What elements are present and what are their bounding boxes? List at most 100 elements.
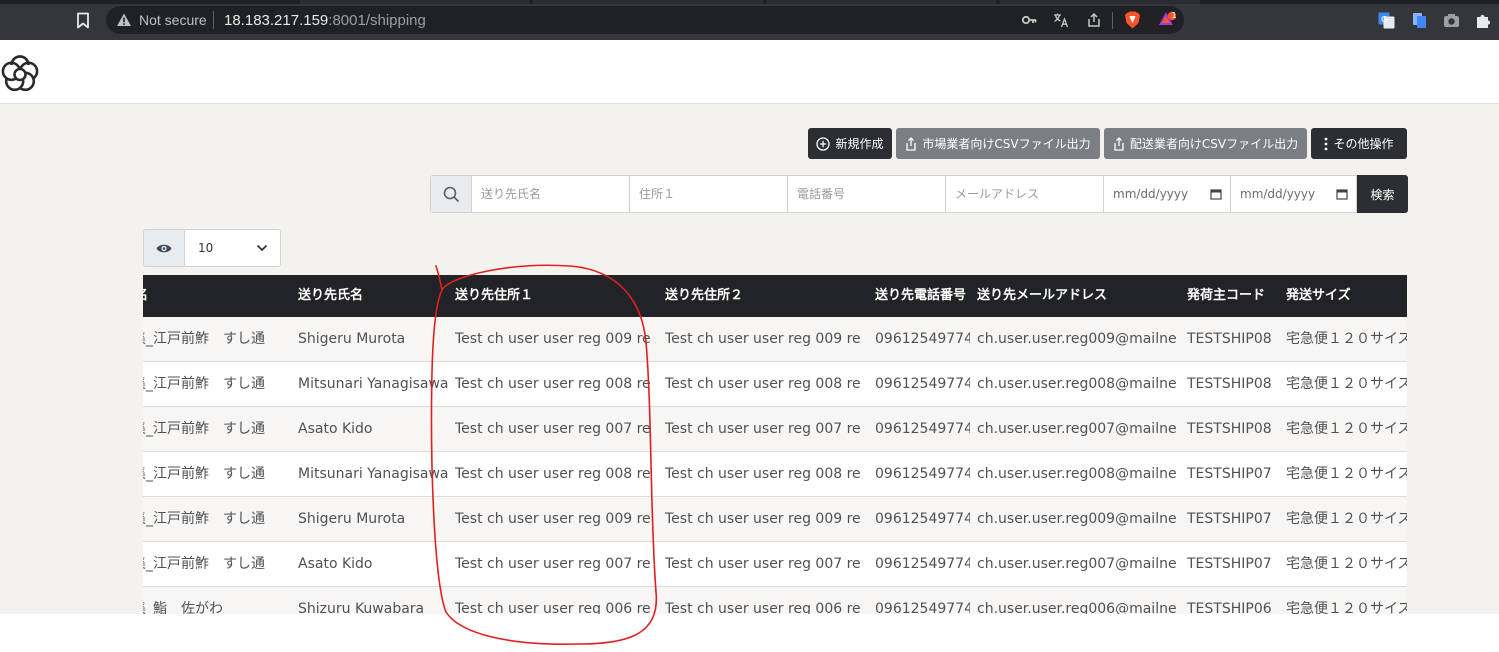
table-cell: Test ch user user reg 009 re… <box>455 511 650 527</box>
table-cell: 宅急便１２０サイズ <box>1286 601 1407 614</box>
column-header[interactable]: 送り先住所２ <box>665 275 743 317</box>
page-size-selector[interactable]: 10 <box>143 229 281 267</box>
table-cell: Mitsunari Yanagisawa <box>298 466 448 482</box>
url-divider <box>213 11 214 29</box>
flower-logo-icon[interactable] <box>0 54 40 94</box>
column-header[interactable]: 送り先メールアドレス <box>977 275 1107 317</box>
table-cell: ch.user.user.reg006@mailne… <box>977 601 1177 614</box>
date-from-input[interactable]: mm/dd/yyyy <box>1104 176 1231 212</box>
key-icon[interactable] <box>1021 12 1037 28</box>
bookmark-icon[interactable] <box>76 12 90 29</box>
shipping-table: 名 送り先氏名 送り先住所１ 送り先住所２ 送り先電話番号 送り先メールアドレス… <box>143 275 1407 614</box>
table-cell: TESTSHIP07 <box>1187 511 1272 527</box>
table-cell: Test ch user user reg 007 re… <box>665 556 860 572</box>
export-icon <box>906 136 917 151</box>
browser-tab[interactable] <box>533 0 763 4</box>
translate-icon[interactable] <box>1053 12 1069 28</box>
brave-shield-icon[interactable] <box>1124 11 1141 29</box>
kebab-menu-icon <box>1325 137 1328 150</box>
table-cell: Test ch user user reg 009 re… <box>455 331 650 347</box>
table-row[interactable]: 募集_江戸前鮓 すし通 Shigeru Murota Test ch user us… <box>143 317 1407 362</box>
new-button-label: 新規作成 <box>835 137 884 151</box>
table-row[interactable]: 募集_鮨 佐がわ Shizuru Kuwabara Test ch user use… <box>143 587 1407 614</box>
table-cell: 09612549774 <box>875 376 970 392</box>
share-icon[interactable] <box>1086 12 1102 28</box>
table-cell: 募集_江戸前鮓 すし通 <box>143 376 265 392</box>
browser-tab[interactable] <box>766 0 996 4</box>
browser-tab[interactable] <box>1000 0 1200 4</box>
table-cell: 09612549774 <box>875 511 970 527</box>
calendar-icon[interactable] <box>1336 188 1348 200</box>
table-row[interactable]: 募集_江戸前鮓 すし通 Mitsunari Yanagisawa Test ch u… <box>143 452 1407 497</box>
puzzle-icon[interactable] <box>1475 12 1492 29</box>
table-header: 名 送り先氏名 送り先住所１ 送り先住所２ 送り先電話番号 送り先メールアドレス… <box>143 275 1407 317</box>
table-cell: 宅急便１２０サイズ <box>1286 421 1407 437</box>
table-cell: ch.user.user.reg007@mailne… <box>977 421 1177 437</box>
export-icon <box>1114 136 1124 151</box>
tab-strip <box>0 0 1499 4</box>
table-cell: Mitsunari Yanagisawa <box>298 376 448 392</box>
column-header[interactable]: 名 <box>143 275 148 317</box>
table-cell: 宅急便１２０サイズ <box>1286 376 1407 392</box>
phone-input[interactable]: 電話番号 <box>788 176 946 212</box>
column-header[interactable]: 送り先住所１ <box>455 275 533 317</box>
url-text[interactable]: 18.183.217.159:8001/shipping <box>224 12 426 29</box>
column-header[interactable]: 発荷主コード <box>1187 275 1265 317</box>
svg-text:G: G <box>1381 15 1387 24</box>
market-csv-export-label: 市場業者向けCSVファイル出力 <box>922 137 1091 151</box>
eye-icon <box>156 244 172 252</box>
column-header[interactable]: 送り先氏名 <box>298 275 363 317</box>
table-cell: Test ch user user reg 008 re… <box>665 466 860 482</box>
camera-ext-icon[interactable] <box>1443 12 1460 29</box>
warning-icon[interactable] <box>116 12 132 28</box>
toolbar-divider <box>1112 12 1113 29</box>
other-operations-label: その他操作 <box>1333 137 1394 151</box>
column-header[interactable]: 発送サイズ <box>1286 275 1351 317</box>
recipient-name-input[interactable]: 送り先氏名 <box>472 176 630 212</box>
search-button[interactable]: 検索 <box>1357 175 1408 213</box>
table-row[interactable]: 募集_江戸前鮓 すし通 Asato Kido Test ch user user r… <box>143 542 1407 587</box>
table-cell: 宅急便１２０サイズ <box>1286 331 1407 347</box>
page-size-value: 10 <box>198 241 214 255</box>
table-cell: Test ch user user reg 007 re… <box>665 421 860 437</box>
table-cell: 09612549774 <box>875 421 970 437</box>
url-path: :8001/shipping <box>328 12 426 29</box>
column-header[interactable]: 送り先電話番号 <box>875 275 966 317</box>
table-row[interactable]: 募集_江戸前鮓 すし通 Shigeru Murota Test ch user us… <box>143 497 1407 542</box>
table-cell: Shigeru Murota <box>298 331 406 347</box>
table-cell: ch.user.user.reg008@mailne… <box>977 466 1177 482</box>
table-cell: TESTSHIP08 <box>1187 331 1272 347</box>
table-cell: Test ch user user reg 006 re… <box>665 601 860 614</box>
date-to-input[interactable]: mm/dd/yyyy <box>1231 176 1357 212</box>
date-from-placeholder: mm/dd/yyyy <box>1113 187 1189 201</box>
browser-tab[interactable] <box>300 0 530 4</box>
table-cell: 宅急便１２０サイズ <box>1286 466 1407 482</box>
table-cell: ch.user.user.reg009@mailne… <box>977 331 1177 347</box>
other-operations-button[interactable]: その他操作 <box>1311 128 1407 159</box>
url-host: 18.183.217.159 <box>224 12 329 29</box>
browser-toolbar: Not secure 18.183.217.159:8001/shipping … <box>0 0 1499 40</box>
table-cell: 募集_江戸前鮓 すし通 <box>143 466 265 482</box>
google-translate-ext-icon[interactable]: G <box>1378 12 1395 29</box>
table-cell: Asato Kido <box>298 421 373 437</box>
search-bar: 送り先氏名 住所１ 電話番号 メールアドレス mm/dd/yyyy mm/dd/… <box>430 175 1408 213</box>
table-row[interactable]: 募集_江戸前鮓 すし通 Asato Kido Test ch user user r… <box>143 407 1407 452</box>
calendar-icon[interactable] <box>1210 188 1222 200</box>
table-cell: Shizuru Kuwabara <box>298 601 425 614</box>
email-input[interactable]: メールアドレス <box>946 176 1104 212</box>
table-cell: 宅急便１２０サイズ <box>1286 511 1407 527</box>
table-row[interactable]: 募集_江戸前鮓 すし通 Mitsunari Yanagisawa Test ch u… <box>143 362 1407 407</box>
table-cell: 09612549774 <box>875 466 970 482</box>
docs-ext-icon[interactable] <box>1411 12 1428 29</box>
address1-input[interactable]: 住所１ <box>630 176 788 212</box>
table-cell: Test ch user user reg 008 re… <box>665 376 860 392</box>
table-cell: Asato Kido <box>298 556 373 572</box>
security-label[interactable]: Not secure <box>139 12 207 28</box>
delivery-csv-export-button[interactable]: 配送業者向けCSVファイル出力 <box>1104 128 1307 159</box>
new-button[interactable]: 新規作成 <box>808 128 892 159</box>
table-cell: TESTSHIP08 <box>1187 376 1272 392</box>
market-csv-export-button[interactable]: 市場業者向けCSVファイル出力 <box>896 128 1100 159</box>
table-cell: TESTSHIP07 <box>1187 466 1272 482</box>
search-icon-box <box>431 176 472 212</box>
table-cell: Shigeru Murota <box>298 511 406 527</box>
